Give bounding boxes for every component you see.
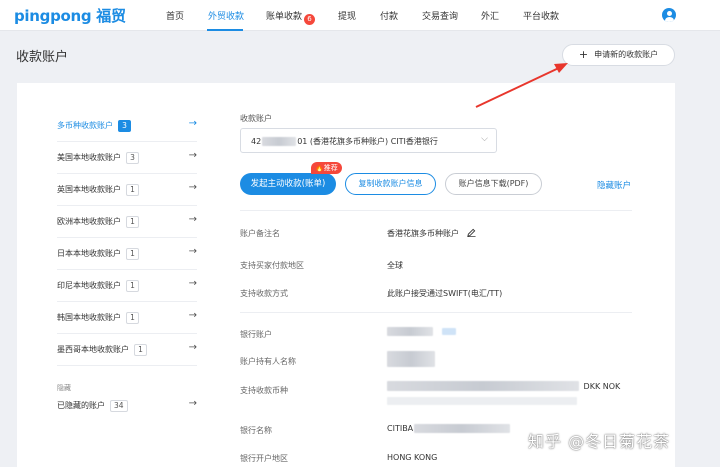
count-badge: 1 — [126, 216, 139, 228]
initiate-collection-button[interactable]: 发起主动收款(账单) — [240, 173, 336, 195]
recommend-badge: 🔥推荐 — [311, 162, 342, 174]
sidebar-item-label: 欧洲本地收款账户 — [57, 217, 121, 226]
bank-account-value — [387, 327, 456, 336]
bank-label: 银行名称 — [240, 426, 272, 435]
bank-label: 银行开户地区 — [240, 454, 288, 463]
arrow-right-icon: → — [188, 214, 197, 225]
pencil-edit-icon[interactable] — [466, 228, 476, 237]
sidebar-item-mx-local[interactable]: 墨西哥本地收款账户 1 → — [57, 334, 197, 366]
detail-label: 支持买家付款地区 — [240, 261, 304, 270]
arrow-right-icon: → — [188, 310, 197, 321]
apply-new-account-button[interactable]: + 申请新的收款账户 — [562, 44, 675, 66]
redacted-block — [414, 424, 511, 433]
fire-badge-icon: 6 — [304, 14, 316, 25]
nav-bill-receipts[interactable]: 账单收款 6 — [266, 9, 316, 25]
sidebar-item-us-local[interactable]: 美国本地收款账户 3 → — [57, 142, 197, 174]
bank-region-value: HONG KONG — [387, 453, 438, 462]
recommend-badge-label: 推荐 — [323, 164, 338, 172]
nav-payment[interactable]: 付款 — [380, 9, 398, 22]
sidebar-item-label: 日本本地收款账户 — [57, 249, 121, 258]
bank-label: 支持收款币种 — [240, 386, 288, 395]
currencies-visible-text: DKK NOK — [583, 381, 621, 391]
arrow-right-icon: → — [188, 150, 197, 161]
count-badge: 3 — [118, 120, 131, 132]
redacted-block — [387, 381, 579, 391]
sidebar-item-label: 英国本地收款账户 — [57, 185, 121, 194]
bank-name-visible: CITIBA — [387, 424, 414, 433]
redacted-block — [441, 328, 456, 335]
arrow-right-icon: → — [188, 398, 197, 409]
account-select-label: 收款账户 — [240, 114, 272, 123]
detail-label: 账户备注名 — [240, 229, 280, 238]
sidebar-item-label: 多币种收款账户 — [57, 121, 113, 130]
arrow-right-icon: → — [188, 182, 197, 193]
plus-icon: + — [578, 48, 589, 61]
account-select-value: 01 (香港花旗多币种账户) CITI香港银行 — [297, 137, 438, 146]
nav-withdraw[interactable]: 提现 — [338, 9, 356, 22]
holder-name-value — [387, 351, 435, 367]
sidebar-item-kr-local[interactable]: 韩国本地收款账户 1 → — [57, 302, 197, 334]
sidebar-item-eu-local[interactable]: 欧洲本地收款账户 1 → — [57, 206, 197, 238]
arrow-right-icon: → — [188, 278, 197, 289]
redacted-block — [387, 327, 433, 336]
arrow-right-icon: → — [188, 342, 197, 353]
bank-name-value: CITIBA — [387, 424, 511, 433]
detail-label: 支持收款方式 — [240, 289, 288, 298]
account-card: 多币种收款账户 3 → 美国本地收款账户 3 → 英国本地收款账户 1 → 欧洲本地收… — [17, 83, 675, 467]
divider — [240, 210, 632, 211]
arrow-right-icon: → — [188, 246, 197, 257]
page-title: 收款账户 — [16, 50, 69, 65]
pingpong-logo[interactable]: pingpong 福贸 — [14, 5, 126, 26]
sidebar-item-hidden-accounts[interactable]: 已隐藏的账户 34 → — [57, 396, 197, 428]
account-select[interactable]: 42 01 (香港花旗多币种账户) CITI香港银行 ⌵ — [240, 128, 497, 153]
count-badge: 1 — [126, 248, 139, 260]
nav-platform-receipts[interactable]: 平台收款 — [523, 9, 559, 22]
currencies-value-line2 — [387, 396, 577, 405]
sidebar-item-id-local[interactable]: 印尼本地收款账户 1 → — [57, 270, 197, 302]
sidebar-item-jp-local[interactable]: 日本本地收款账户 1 → — [57, 238, 197, 270]
redacted-block — [387, 396, 577, 405]
bank-label: 账户持有人名称 — [240, 357, 296, 366]
nav-home[interactable]: 首页 — [166, 9, 184, 22]
remark-name-value: 香港花旗多币种账户 — [387, 229, 459, 238]
count-badge: 1 — [126, 312, 139, 324]
zhihu-watermark: 知乎 @冬日菊花茶 — [528, 432, 671, 451]
nav-bill-receipts-label: 账单收款 — [266, 12, 303, 22]
arrow-right-icon: → — [188, 118, 197, 129]
count-badge: 3 — [126, 152, 139, 164]
count-badge: 1 — [134, 344, 147, 356]
count-badge: 1 — [126, 184, 139, 196]
nav-trade-receipts[interactable]: 外贸收款 — [208, 9, 244, 22]
detail-value: 香港花旗多币种账户 — [387, 228, 476, 239]
detail-value: 全球 — [387, 261, 403, 270]
sidebar-item-multi-currency[interactable]: 多币种收款账户 3 → — [57, 110, 197, 142]
nav-forex[interactable]: 外汇 — [481, 9, 499, 22]
bank-label: 银行账户 — [240, 330, 272, 339]
sidebar-item-label: 墨西哥本地收款账户 — [57, 345, 129, 354]
divider — [240, 312, 632, 313]
sidebar-item-label: 印尼本地收款账户 — [57, 281, 121, 290]
currencies-value: DKK NOK — [387, 381, 620, 391]
sidebar-item-label: 美国本地收款账户 — [57, 153, 121, 162]
nav-transaction-query[interactable]: 交易查询 — [422, 9, 458, 22]
copy-account-info-button[interactable]: 复制收款账户信息 — [345, 173, 436, 195]
download-pdf-button[interactable]: 账户信息下载(PDF) — [445, 173, 542, 195]
sidebar-item-uk-local[interactable]: 英国本地收款账户 1 → — [57, 174, 197, 206]
count-badge: 34 — [110, 400, 128, 412]
account-number-prefix: 42 — [251, 137, 262, 146]
redacted-block — [262, 137, 297, 146]
active-tab-indicator — [207, 29, 243, 31]
chevron-down-icon: ⌵ — [481, 134, 488, 144]
redacted-block — [387, 351, 435, 367]
hide-account-link[interactable]: 隐藏账户 — [597, 179, 631, 191]
count-badge: 1 — [126, 280, 139, 292]
detail-value: 此账户接受通过SWIFT(电汇/TT) — [387, 289, 503, 298]
sidebar-item-label: 已隐藏的账户 — [57, 401, 105, 410]
sidebar-item-label: 韩国本地收款账户 — [57, 313, 121, 322]
user-avatar-icon[interactable] — [662, 8, 676, 22]
top-navigation-bar: pingpong 福贸 首页 外贸收款 账单收款 6 提现 付款 交易查询 外汇 … — [0, 0, 720, 31]
hidden-section-label: 隐藏 — [57, 384, 71, 392]
apply-new-account-label: 申请新的收款账户 — [594, 50, 659, 59]
